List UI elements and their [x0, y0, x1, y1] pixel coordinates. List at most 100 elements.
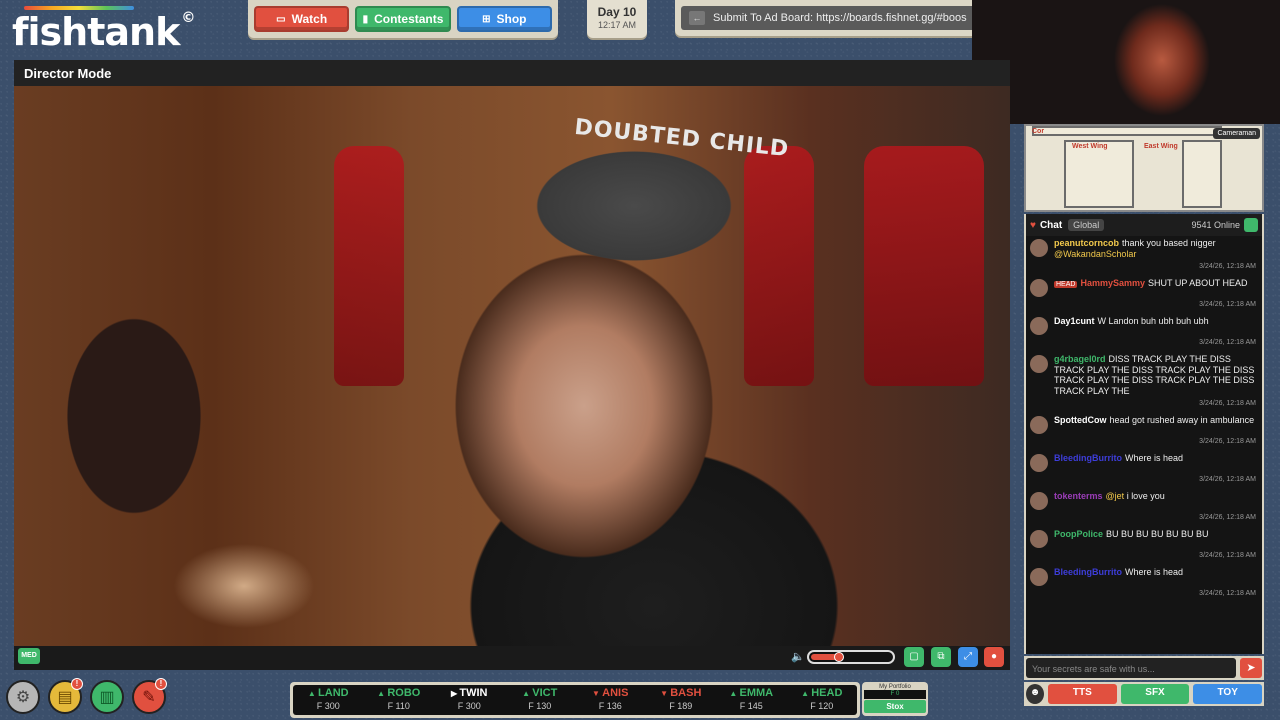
- map-label-west: West Wing: [1072, 143, 1108, 150]
- chat-username[interactable]: peanutcorncob: [1054, 238, 1119, 248]
- fishtank-logo[interactable]: fishtank ©: [12, 10, 195, 54]
- toy-button[interactable]: TOY: [1193, 684, 1263, 704]
- ticker-price: F 300: [316, 701, 340, 711]
- ticker-item[interactable]: ▲ EMMA F 145: [716, 685, 787, 715]
- map-room[interactable]: [1032, 126, 1222, 136]
- chat-message: BleedingBurrito Where is head 3/24/26, 12:…: [1030, 567, 1256, 597]
- shop-label: Shop: [496, 12, 527, 26]
- watch-label: Watch: [291, 12, 328, 26]
- ad-board-bar[interactable]: ← Submit To Ad Board: https://boards.fis…: [675, 0, 975, 36]
- contestants-button[interactable]: ▮ Contestants: [355, 6, 451, 32]
- map-label: Cor: [1032, 128, 1045, 135]
- cap-text: DOUBTED CHILD: [573, 114, 791, 163]
- pen-icon[interactable]: ✎!: [132, 678, 167, 714]
- avatar[interactable]: [1030, 239, 1048, 257]
- chat-username[interactable]: BleedingBurrito: [1054, 453, 1122, 463]
- chat-heart-icon: ♥: [1030, 219, 1036, 231]
- send-icon[interactable]: ➤: [1240, 658, 1262, 678]
- sfx-button[interactable]: SFX: [1120, 684, 1190, 704]
- tts-button[interactable]: TTS: [1048, 684, 1117, 704]
- settings-gear-icon[interactable]: ⚙: [6, 680, 40, 714]
- ticker-item[interactable]: ▲ LAND F 300: [293, 685, 364, 715]
- chat-username[interactable]: PoopPolice: [1054, 529, 1103, 539]
- online-count: 9541 Online: [1191, 220, 1240, 230]
- logo-text: fishtank: [12, 10, 180, 54]
- chat-username[interactable]: HammySammy: [1080, 278, 1145, 288]
- fullscreen-button[interactable]: ⤢: [958, 647, 978, 667]
- avatar[interactable]: [1030, 317, 1048, 335]
- avatar[interactable]: [1030, 355, 1048, 373]
- record-button[interactable]: ●: [984, 647, 1004, 667]
- map-room[interactable]: [1064, 140, 1134, 208]
- ticker-name: HEAD: [811, 687, 843, 699]
- chat-text: W Landon buh ubh buh ubh: [1097, 316, 1209, 326]
- avatar[interactable]: [1030, 454, 1048, 472]
- ticker-name: EMMA: [739, 687, 774, 699]
- quality-badge[interactable]: MED: [18, 648, 40, 664]
- chat-panel: ♥ Chat Global 9541 Online peanutcorncob t…: [1024, 214, 1264, 654]
- ad-board-text: Submit To Ad Board: https://boards.fishn…: [713, 12, 967, 24]
- chat-text: BU BU BU BU BU BU BU: [1106, 529, 1209, 539]
- chat-input[interactable]: Your secrets are safe with us...: [1026, 658, 1236, 678]
- up-arrow-icon: ▲: [307, 689, 319, 698]
- emoji-icon[interactable]: ☻: [1026, 684, 1044, 704]
- avatar[interactable]: [1030, 416, 1048, 434]
- map-room[interactable]: [1182, 140, 1222, 208]
- ticker-item[interactable]: ▲ HEAD F 120: [787, 685, 858, 715]
- chat-username[interactable]: BleedingBurrito: [1054, 567, 1122, 577]
- chat-text: Where is head: [1125, 453, 1184, 463]
- ticker-item[interactable]: ▼ BASH F 189: [646, 685, 717, 715]
- ticker-item[interactable]: ▲ ROBO F 110: [364, 685, 435, 715]
- ticker-name: BASH: [670, 687, 702, 699]
- back-arrow-icon[interactable]: ←: [689, 11, 705, 25]
- ticker-name: TWIN: [459, 687, 488, 699]
- up-arrow-icon: ▲: [729, 689, 740, 698]
- chat-username[interactable]: tokenterms: [1054, 491, 1103, 501]
- chat-timestamp: 3/24/26, 12:18 AM: [1199, 514, 1256, 521]
- ticker-price: F 300: [457, 701, 481, 711]
- chat-settings-icon[interactable]: [1244, 218, 1258, 232]
- day-time: 12:17 AM: [597, 20, 637, 30]
- chat-mention[interactable]: @WakandanScholar: [1054, 249, 1136, 259]
- cast-button[interactable]: ⧉: [931, 647, 951, 667]
- player-title: Director Mode: [14, 60, 1010, 86]
- video-player: Director Mode DOUBTED CHILD MED 🔈 ▢ ⧉ ⤢ …: [14, 60, 1010, 670]
- pip-button[interactable]: ▢: [904, 647, 924, 667]
- up-arrow-icon: ▲: [801, 689, 812, 698]
- avatar[interactable]: [1030, 492, 1048, 510]
- chat-text: i love you: [1126, 491, 1165, 501]
- shop-button[interactable]: ⊞ Shop: [456, 6, 552, 32]
- curtain-mid: [744, 146, 814, 386]
- chat-username[interactable]: g4rbagel0rd: [1054, 354, 1106, 364]
- book-icon[interactable]: ▥: [90, 680, 124, 714]
- ticker-item[interactable]: ▼ ANIS F 136: [575, 685, 646, 715]
- ticker-name: LAND: [318, 687, 349, 699]
- house-map[interactable]: Cor West Wing East Wing Cameraman: [1024, 124, 1264, 212]
- ticker-price: F 189: [669, 701, 693, 711]
- curtain-left: [334, 146, 404, 386]
- chat-username[interactable]: Day1cunt: [1054, 316, 1095, 326]
- person-icon: ▮: [362, 13, 369, 25]
- video-frame[interactable]: DOUBTED CHILD: [14, 86, 1010, 646]
- stox-button[interactable]: Stox: [864, 700, 926, 713]
- watch-button[interactable]: ▭ Watch: [254, 6, 350, 32]
- avatar[interactable]: [1030, 530, 1048, 548]
- contestants-label: Contestants: [374, 12, 444, 26]
- webcam-feed: [972, 0, 1280, 124]
- volume-knob[interactable]: [834, 652, 844, 662]
- avatar[interactable]: [1030, 568, 1048, 586]
- ticker-price: F 145: [739, 701, 763, 711]
- volume-icon[interactable]: 🔈: [791, 650, 805, 663]
- day-clock: Day 10 12:17 AM: [587, 0, 647, 38]
- chart-icon[interactable]: ▤!: [48, 678, 83, 714]
- ticker-item[interactable]: ▲ VICT F 130: [505, 685, 576, 715]
- chat-mention[interactable]: @jet: [1106, 491, 1125, 501]
- player-controls: MED 🔈 ▢ ⧉ ⤢ ●: [14, 646, 1010, 670]
- portfolio-widget[interactable]: My Portfolio F 0 Stox: [862, 682, 928, 716]
- camera-tag[interactable]: Cameraman: [1213, 128, 1260, 139]
- chat-scope-tab[interactable]: Global: [1068, 219, 1105, 231]
- volume-slider[interactable]: [807, 650, 895, 664]
- chat-username[interactable]: SpottedCow: [1054, 415, 1107, 425]
- ticker-item[interactable]: ▶ TWIN F 300: [434, 685, 505, 715]
- avatar[interactable]: [1030, 279, 1048, 297]
